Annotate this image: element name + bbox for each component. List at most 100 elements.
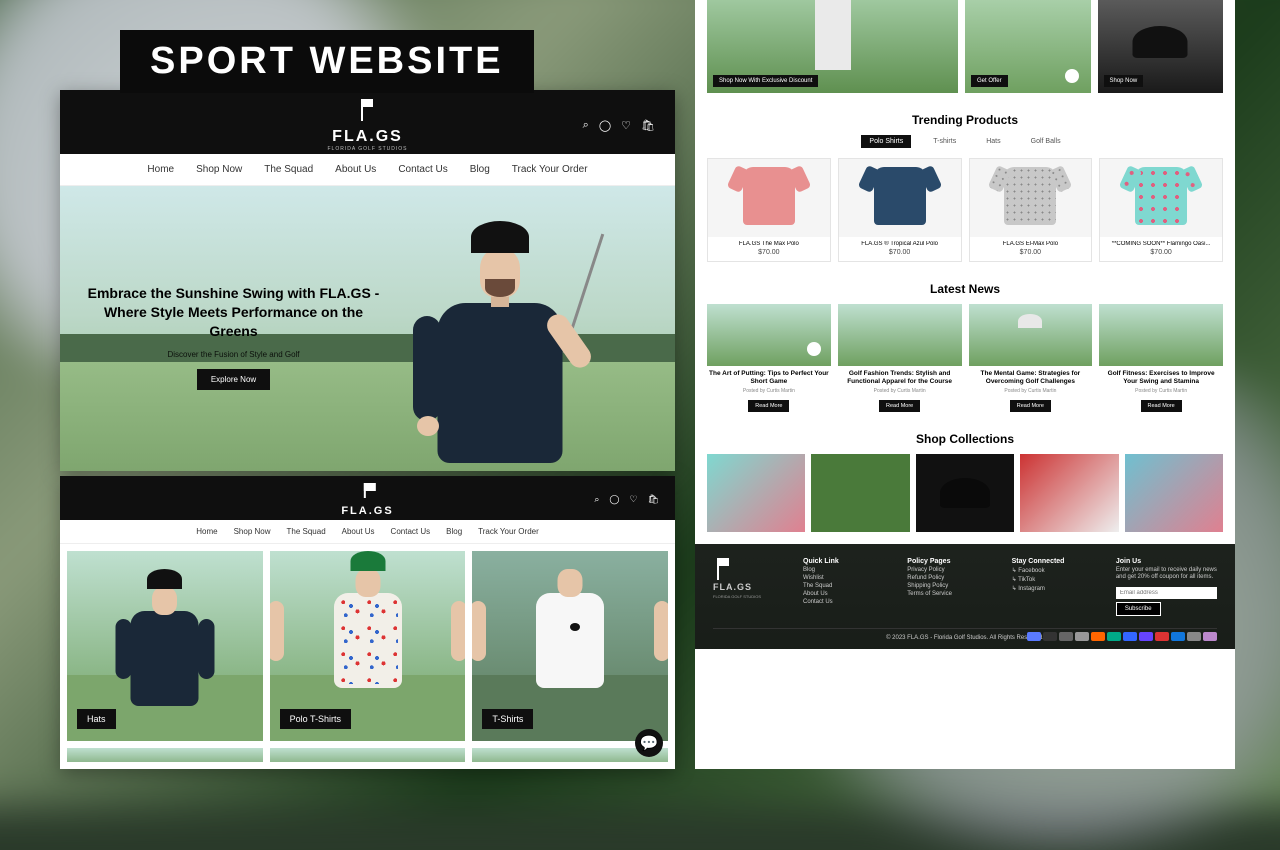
wishlist-icon[interactable]: ♡ — [621, 119, 631, 132]
nav-contact[interactable]: Contact Us — [398, 164, 447, 175]
email-input[interactable] — [1116, 587, 1217, 599]
flag-icon — [356, 99, 378, 121]
news-card: The Art of Putting: Tips to Perfect Your… — [707, 304, 831, 412]
brand-tagline: FLORIDA GOLF STUDIOS — [327, 146, 407, 152]
cart-icon[interactable]: 🛍 — [641, 119, 655, 132]
nav-shop[interactable]: Shop Now — [234, 527, 271, 536]
search-icon[interactable]: ⌕ — [594, 494, 599, 505]
chat-icon[interactable]: 💬 — [635, 729, 663, 757]
nav-blog[interactable]: Blog — [446, 527, 462, 536]
news-title: Latest News — [695, 282, 1235, 296]
nav-blog[interactable]: Blog — [470, 164, 490, 175]
hero-subtitle: Discover the Fusion of Style and Golf — [86, 350, 381, 359]
explore-now-button[interactable]: Explore Now — [197, 369, 270, 390]
footer-link[interactable]: Refund Policy — [907, 575, 991, 581]
site-header: FLA.GS FLORIDA GOLF STUDIOS ⌕ ◯ ♡ 🛍 — [60, 90, 675, 154]
news-card: Golf Fitness: Exercises to Improve Your … — [1099, 304, 1223, 412]
promo-shop-now[interactable]: Shop Now — [1098, 0, 1224, 93]
tab-hats[interactable]: Hats — [978, 135, 1008, 148]
trending-title: Trending Products — [695, 113, 1235, 127]
footer-link[interactable]: About Us — [803, 591, 887, 597]
product-card[interactable]: **COMING SOON** Flamingo Oasi...$70.00 — [1099, 158, 1223, 262]
brand-logo[interactable]: FLA.GS FLORIDA GOLF STUDIOS — [327, 99, 407, 152]
collection-tile[interactable] — [1125, 454, 1223, 532]
nav-home[interactable]: Home — [196, 527, 217, 536]
product-tabs: Polo Shirts T-shirts Hats Golf Balls — [695, 135, 1235, 148]
category-grid: Hats Polo T-Shirts T-Shirts — [60, 544, 675, 748]
collection-tile[interactable] — [916, 454, 1014, 532]
footer-policies: Policy Pages Privacy Policy Refund Polic… — [907, 558, 991, 619]
nav-track[interactable]: Track Your Order — [512, 164, 588, 175]
main-nav: Home Shop Now The Squad About Us Contact… — [60, 154, 675, 186]
category-panel: FLA.GS ⌕ ◯ ♡ 🛍 Home Shop Now The Squad A… — [60, 476, 675, 769]
footer-link[interactable]: Shipping Policy — [907, 583, 991, 589]
category-polo[interactable]: Polo T-Shirts — [270, 551, 466, 741]
read-more-button[interactable]: Read More — [748, 400, 789, 412]
collections-title: Shop Collections — [695, 432, 1235, 446]
brand-name: FLA.GS — [327, 128, 407, 146]
social-facebook[interactable]: ↳ Facebook — [1012, 567, 1096, 574]
header-icons-small: ⌕ ◯ ♡ 🛍 — [594, 494, 659, 505]
footer-social: Stay Connected ↳ Facebook ↳ TikTok ↳ Ins… — [1012, 558, 1096, 619]
flag-icon — [713, 558, 735, 580]
tab-tshirts[interactable]: T-shirts — [925, 135, 964, 148]
page-banner: SPORT WEBSITE — [120, 30, 534, 93]
social-tiktok[interactable]: ↳ TikTok — [1012, 576, 1096, 583]
hero-model-image — [405, 221, 595, 471]
homepage-panel: FLA.GS FLORIDA GOLF STUDIOS ⌕ ◯ ♡ 🛍 Home… — [60, 90, 675, 471]
flag-icon — [360, 483, 375, 498]
news-card: The Mental Game: Strategies for Overcomi… — [969, 304, 1093, 412]
footer-quick-links: Quick Link Blog Wishlist The Squad About… — [803, 558, 887, 619]
wishlist-icon[interactable]: ♡ — [629, 494, 637, 505]
footer-link[interactable]: Blog — [803, 567, 887, 573]
news-card: Golf Fashion Trends: Stylish and Functio… — [838, 304, 962, 412]
nav-about[interactable]: About Us — [335, 164, 376, 175]
subscribe-button[interactable]: Subscribe — [1116, 602, 1161, 616]
search-icon[interactable]: ⌕ — [583, 119, 589, 132]
footer-link[interactable]: Contact Us — [803, 599, 887, 605]
collection-tile[interactable] — [707, 454, 805, 532]
read-more-button[interactable]: Read More — [1010, 400, 1051, 412]
left-preview-column: FLA.GS FLORIDA GOLF STUDIOS ⌕ ◯ ♡ 🛍 Home… — [60, 90, 675, 769]
brand-logo-small[interactable]: FLA.GS — [341, 483, 393, 517]
product-card[interactable]: FLA.GS El-Max Polo$70.00 — [969, 158, 1093, 262]
product-card[interactable]: FLA.GS ® Tropical Azul Polo$70.00 — [838, 158, 962, 262]
copyright: © 2023 FLA.GS - Florida Golf Studios. Al… — [713, 628, 1217, 641]
footer-link[interactable]: Privacy Policy — [907, 567, 991, 573]
footer-logo: FLA.GS FLORIDA GOLF STUDIOS — [713, 558, 783, 619]
promo-row: Shop Now With Exclusive Discount Get Off… — [695, 0, 1235, 105]
nav-track[interactable]: Track Your Order — [478, 527, 539, 536]
footer-link[interactable]: The Squad — [803, 583, 887, 589]
cart-icon[interactable]: 🛍 — [648, 494, 659, 505]
footer-link[interactable]: Terms of Service — [907, 591, 991, 597]
footer-newsletter: Join Us Enter your email to receive dail… — [1116, 558, 1217, 619]
footer-link[interactable]: Wishlist — [803, 575, 887, 581]
product-card[interactable]: FLA.GS The Max Polo$70.00 — [707, 158, 831, 262]
news-row: The Art of Putting: Tips to Perfect Your… — [695, 304, 1235, 424]
site-header-small: FLA.GS ⌕ ◯ ♡ 🛍 — [60, 476, 675, 520]
nav-contact[interactable]: Contact Us — [391, 527, 431, 536]
social-instagram[interactable]: ↳ Instagram — [1012, 585, 1096, 592]
account-icon[interactable]: ◯ — [609, 494, 619, 505]
category-hats[interactable]: Hats — [67, 551, 263, 741]
account-icon[interactable]: ◯ — [599, 119, 611, 132]
header-icons: ⌕ ◯ ♡ 🛍 — [583, 119, 655, 132]
hero-section: Embrace the Sunshine Swing with FLA.GS -… — [60, 186, 675, 471]
promo-large[interactable]: Shop Now With Exclusive Discount — [707, 0, 958, 93]
collections-row — [695, 454, 1235, 544]
collection-tile[interactable] — [1020, 454, 1118, 532]
nav-shop[interactable]: Shop Now — [196, 164, 242, 175]
nav-squad[interactable]: The Squad — [287, 527, 326, 536]
nav-squad[interactable]: The Squad — [264, 164, 313, 175]
nav-home[interactable]: Home — [147, 164, 174, 175]
collection-tile[interactable] — [811, 454, 909, 532]
right-preview-column: Shop Now With Exclusive Discount Get Off… — [695, 0, 1235, 769]
nav-about[interactable]: About Us — [342, 527, 375, 536]
tab-polo[interactable]: Polo Shirts — [861, 135, 911, 148]
category-tshirts[interactable]: T-Shirts — [472, 551, 668, 741]
read-more-button[interactable]: Read More — [1141, 400, 1182, 412]
tab-balls[interactable]: Golf Balls — [1023, 135, 1069, 148]
hero-title: Embrace the Sunshine Swing with FLA.GS -… — [86, 284, 381, 341]
read-more-button[interactable]: Read More — [879, 400, 920, 412]
promo-offer[interactable]: Get Offer — [965, 0, 1091, 93]
